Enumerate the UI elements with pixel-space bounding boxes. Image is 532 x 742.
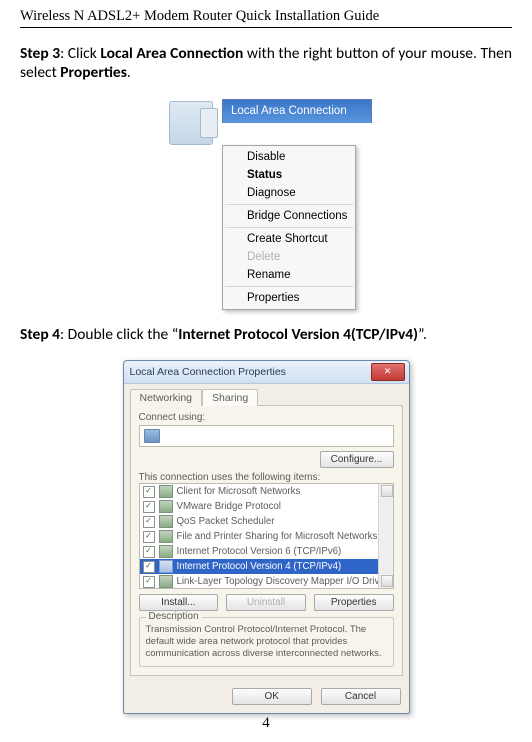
dialog-tabs: Networking Sharing bbox=[124, 384, 409, 405]
step4-pre: : Double click the “ bbox=[60, 325, 178, 344]
menu-item-delete: Delete bbox=[223, 248, 355, 266]
dialog-panel: Connect using: Configure... This connect… bbox=[130, 405, 403, 676]
step3-props: Properties bbox=[60, 63, 127, 82]
component-icon bbox=[159, 515, 173, 528]
step4-label: Step 4 bbox=[20, 325, 60, 344]
list-item-label: Internet Protocol Version 4 (TCP/IPv4) bbox=[177, 561, 342, 572]
figure-1-wrap: Local Area Connection Disable Status Dia… bbox=[20, 99, 512, 310]
component-icon bbox=[159, 500, 173, 513]
list-item-label: Link-Layer Topology Discovery Mapper I/O… bbox=[177, 576, 388, 587]
list-item[interactable]: ✓ QoS Packet Scheduler bbox=[140, 514, 393, 529]
list-item[interactable]: ✓ VMware Bridge Protocol bbox=[140, 499, 393, 514]
vertical-scrollbar[interactable] bbox=[378, 484, 393, 588]
connect-using-label: Connect using: bbox=[139, 412, 394, 423]
cancel-button[interactable]: Cancel bbox=[321, 688, 401, 705]
dialog-titlebar[interactable]: Local Area Connection Properties ✕ bbox=[124, 361, 409, 384]
adapter-field[interactable] bbox=[139, 425, 394, 447]
menu-separator bbox=[225, 286, 353, 287]
step4-ipv4: Internet Protocol Version 4(TCP/IPv4) bbox=[178, 325, 418, 344]
step4-paragraph: Step 4: Double click the “Internet Proto… bbox=[20, 325, 512, 345]
install-button[interactable]: Install... bbox=[139, 594, 219, 611]
lac-header-text: Local Area Connection bbox=[231, 105, 347, 117]
uninstall-button: Uninstall bbox=[226, 594, 306, 611]
component-icon bbox=[159, 545, 173, 558]
component-icon bbox=[159, 575, 173, 588]
checkbox-icon[interactable]: ✓ bbox=[143, 561, 155, 573]
figure-1: Local Area Connection Disable Status Dia… bbox=[160, 99, 372, 310]
checkbox-icon[interactable]: ✓ bbox=[143, 546, 155, 558]
description-group: Description Transmission Control Protoco… bbox=[139, 617, 394, 667]
lac-icon-block bbox=[160, 99, 222, 145]
tab-sharing[interactable]: Sharing bbox=[202, 389, 258, 406]
lac-selection-header[interactable]: Local Area Connection bbox=[222, 99, 372, 123]
checkbox-icon[interactable]: ✓ bbox=[143, 576, 155, 588]
step3-paragraph: Step 3: Click Local Area Connection with… bbox=[20, 44, 512, 84]
list-item[interactable]: ✓ Link-Layer Topology Discovery Mapper I/… bbox=[140, 574, 393, 589]
step3-pre: : Click bbox=[60, 44, 100, 63]
menu-item-create-shortcut[interactable]: Create Shortcut bbox=[223, 230, 355, 248]
list-item-selected[interactable]: ✓ Internet Protocol Version 4 (TCP/IPv4) bbox=[140, 559, 393, 574]
menu-item-properties[interactable]: Properties bbox=[223, 289, 355, 307]
running-header: Wireless N ADSL2+ Modem Router Quick Ins… bbox=[20, 8, 512, 28]
list-item[interactable]: ✓ File and Printer Sharing for Microsoft … bbox=[140, 529, 393, 544]
description-text: Transmission Control Protocol/Internet P… bbox=[146, 624, 387, 660]
properties-dialog: Local Area Connection Properties ✕ Netwo… bbox=[123, 360, 410, 714]
menu-item-disable[interactable]: Disable bbox=[223, 148, 355, 166]
menu-separator bbox=[225, 204, 353, 205]
list-item-label: VMware Bridge Protocol bbox=[177, 501, 281, 512]
close-button[interactable]: ✕ bbox=[371, 363, 405, 381]
list-item-label: Internet Protocol Version 6 (TCP/IPv6) bbox=[177, 546, 342, 557]
step3-end: . bbox=[127, 63, 131, 82]
menu-item-bridge[interactable]: Bridge Connections bbox=[223, 207, 355, 225]
step3-lac: Local Area Connection bbox=[100, 44, 243, 63]
dialog-title-text: Local Area Connection Properties bbox=[130, 366, 286, 378]
properties-button[interactable]: Properties bbox=[314, 594, 394, 611]
checkbox-icon[interactable]: ✓ bbox=[143, 531, 155, 543]
uses-items-label: This connection uses the following items… bbox=[139, 472, 394, 483]
step3-label: Step 3 bbox=[20, 44, 60, 63]
ok-button[interactable]: OK bbox=[232, 688, 312, 705]
checkbox-icon[interactable]: ✓ bbox=[143, 486, 155, 498]
components-list[interactable]: ✓ Client for Microsoft Networks ✓ VMware B… bbox=[139, 483, 394, 589]
menu-item-status[interactable]: Status bbox=[223, 166, 355, 184]
page-number: 4 bbox=[0, 715, 532, 732]
context-menu: Disable Status Diagnose Bridge Connectio… bbox=[222, 145, 356, 310]
checkbox-icon[interactable]: ✓ bbox=[143, 516, 155, 528]
description-label: Description bbox=[146, 611, 202, 622]
network-adapter-icon bbox=[169, 101, 213, 145]
tab-networking[interactable]: Networking bbox=[130, 389, 203, 406]
list-item[interactable]: ✓ Client for Microsoft Networks bbox=[140, 484, 393, 499]
configure-button[interactable]: Configure... bbox=[320, 451, 394, 468]
step4-end: ”. bbox=[418, 325, 427, 344]
nic-icon bbox=[144, 429, 160, 443]
component-icon bbox=[159, 485, 173, 498]
component-icon bbox=[159, 530, 173, 543]
menu-item-diagnose[interactable]: Diagnose bbox=[223, 184, 355, 202]
checkbox-icon[interactable]: ✓ bbox=[143, 501, 155, 513]
list-item-label: QoS Packet Scheduler bbox=[177, 516, 275, 527]
list-item[interactable]: ✓ Internet Protocol Version 6 (TCP/IPv6) bbox=[140, 544, 393, 559]
list-item-label: Client for Microsoft Networks bbox=[177, 486, 301, 497]
figure-2-wrap: Local Area Connection Properties ✕ Netwo… bbox=[20, 360, 512, 714]
list-item-label: File and Printer Sharing for Microsoft N… bbox=[177, 531, 378, 542]
menu-separator bbox=[225, 227, 353, 228]
menu-item-rename[interactable]: Rename bbox=[223, 266, 355, 284]
component-icon bbox=[159, 560, 173, 573]
